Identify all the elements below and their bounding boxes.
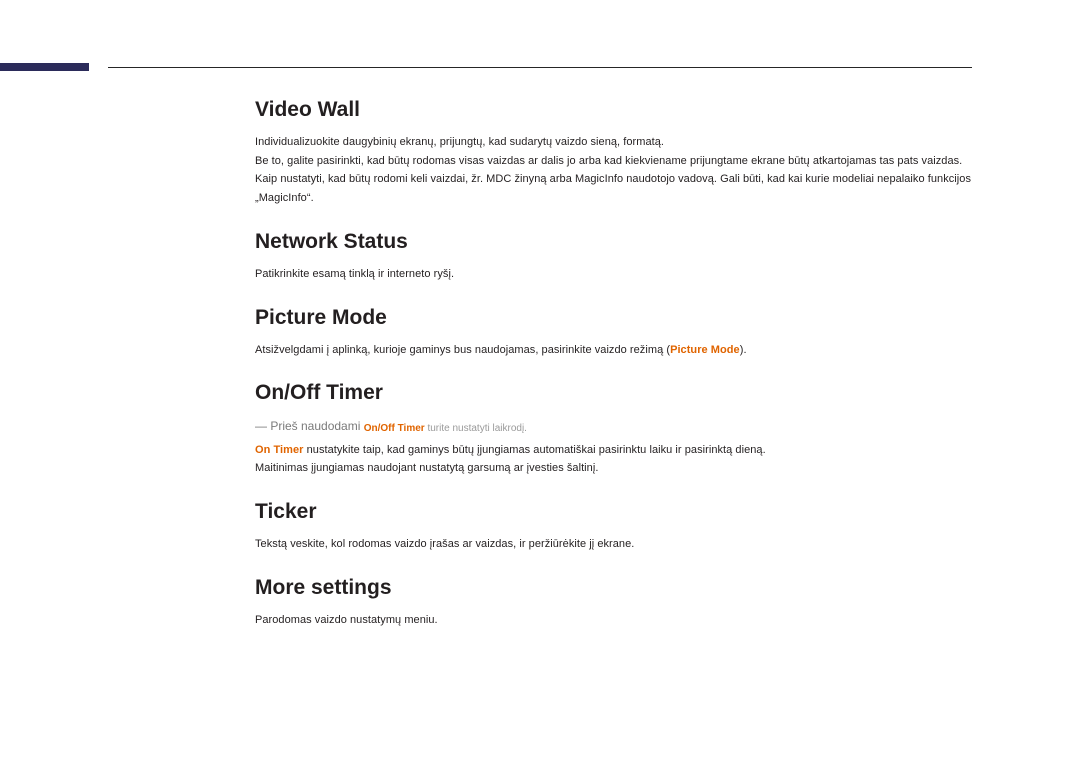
highlight-on-off-timer: On/Off Timer [364, 423, 425, 434]
section-ticker: Ticker Tekstą veskite, kol rodomas vaizd… [255, 500, 972, 554]
text: nustatykite taip, kad gaminys būtų įjung… [304, 444, 766, 456]
paragraph: Maitinimas įjungiamas naudojant nustatyt… [255, 459, 972, 478]
section-on-off-timer: On/Off Timer ― Prieš naudodami On/Off Ti… [255, 381, 972, 477]
content-area: Video Wall Individualizuokite daugybinių… [255, 98, 972, 651]
text: ). [740, 344, 747, 356]
paragraph: On Timer nustatykite taip, kad gaminys b… [255, 441, 972, 460]
section-network-status: Network Status Patikrinkite esamą tinklą… [255, 230, 972, 284]
section-picture-mode: Picture Mode Atsižvelgdami į aplinką, ku… [255, 306, 972, 360]
paragraph: Kaip nustatyti, kad būtų rodomi keli vai… [255, 170, 972, 207]
text: Atsižvelgdami į aplinką, kurioje gaminys… [255, 344, 670, 356]
accent-bar [0, 63, 89, 71]
section-more-settings: More settings Parodomas vaizdo nustatymų… [255, 576, 972, 630]
heading-network-status: Network Status [255, 230, 972, 253]
highlight-on-timer: On Timer [255, 444, 304, 456]
paragraph: Tekstą veskite, kol rodomas vaizdo įraša… [255, 535, 972, 554]
highlight-picture-mode: Picture Mode [670, 344, 740, 356]
dash-icon: ― Prieš naudodami [255, 419, 364, 433]
heading-more-settings: More settings [255, 576, 972, 599]
note-line: ― Prieš naudodami On/Off Timer turite nu… [255, 417, 972, 437]
text: turite nustatyti laikrodį. [425, 423, 527, 434]
paragraph: Be to, galite pasirinkti, kad būtų rodom… [255, 152, 972, 171]
heading-video-wall: Video Wall [255, 98, 972, 121]
document-page: Video Wall Individualizuokite daugybinių… [0, 0, 1080, 763]
section-video-wall: Video Wall Individualizuokite daugybinių… [255, 98, 972, 208]
heading-ticker: Ticker [255, 500, 972, 523]
paragraph: Patikrinkite esamą tinklą ir interneto r… [255, 265, 972, 284]
paragraph: Atsižvelgdami į aplinką, kurioje gaminys… [255, 341, 972, 360]
paragraph: Individualizuokite daugybinių ekranų, pr… [255, 133, 972, 152]
heading-picture-mode: Picture Mode [255, 306, 972, 329]
horizontal-rule [108, 67, 972, 68]
paragraph: Parodomas vaizdo nustatymų meniu. [255, 611, 972, 630]
heading-on-off-timer: On/Off Timer [255, 381, 972, 404]
